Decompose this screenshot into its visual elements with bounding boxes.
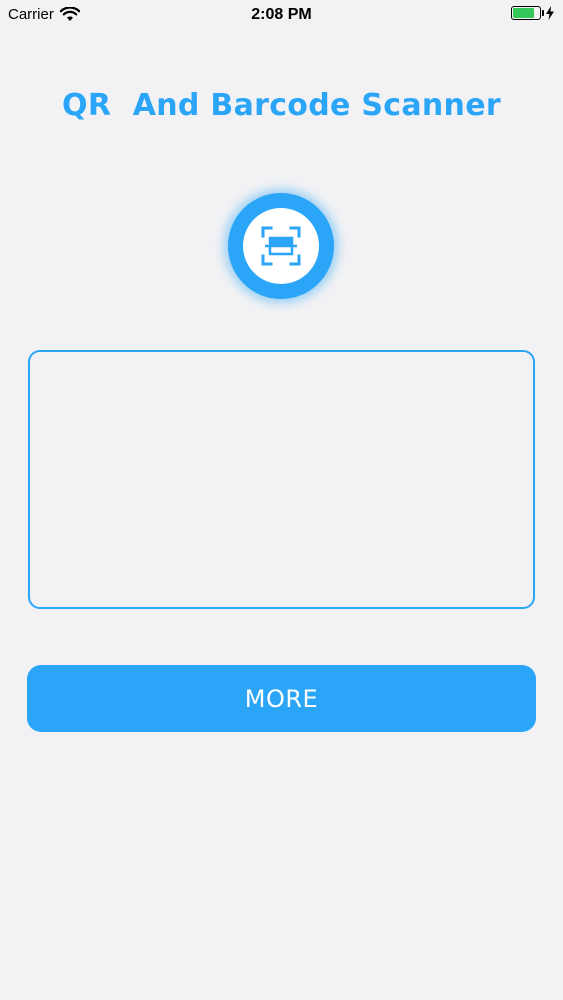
scan-frame-icon <box>261 226 301 266</box>
battery-indicator <box>511 6 555 20</box>
page-title: QR And Barcode Scanner <box>62 88 501 123</box>
status-bar: Carrier 2:08 PM <box>0 0 563 30</box>
more-button[interactable]: MORE <box>27 665 536 732</box>
status-time: 2:08 PM <box>251 6 312 23</box>
battery-level-fill <box>513 8 535 18</box>
battery-icon <box>511 6 544 20</box>
scan-button-inner <box>243 208 319 284</box>
scan-button[interactable] <box>228 193 334 299</box>
scan-result-field[interactable] <box>28 350 535 609</box>
bolt-icon <box>546 6 554 20</box>
